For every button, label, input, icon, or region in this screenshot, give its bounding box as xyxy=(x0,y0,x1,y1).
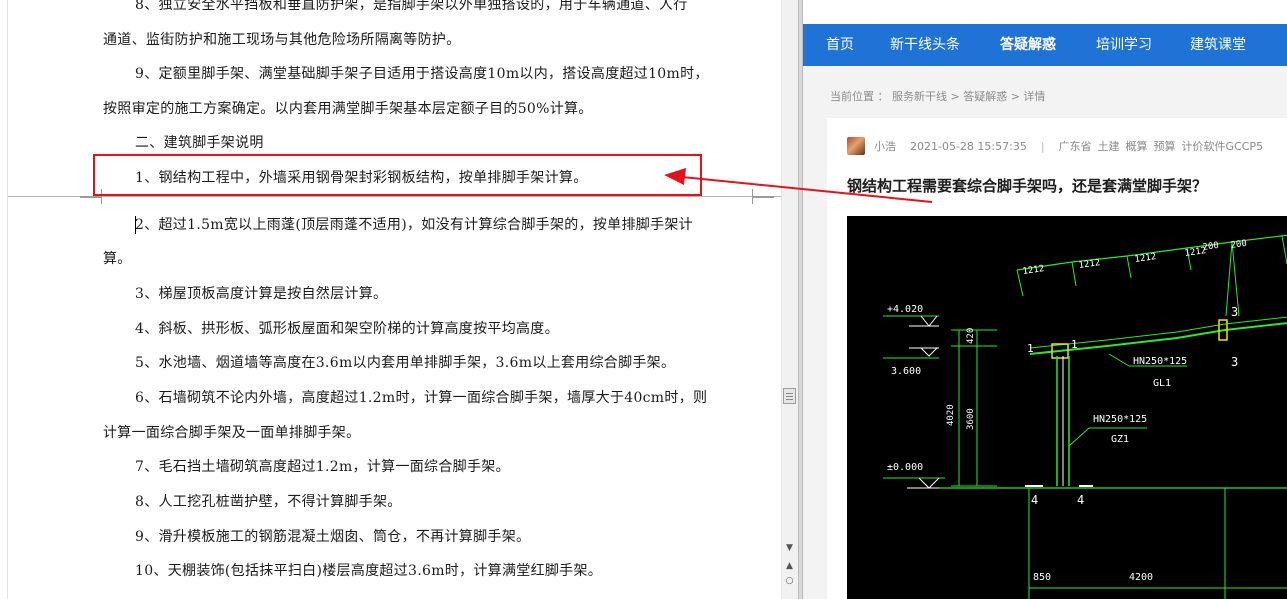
cad-drawing-image[interactable]: +4.020 3.600 ±0.000 420 4020 3600 HN250*… xyxy=(847,216,1287,599)
cad-label: 4 xyxy=(1077,493,1084,507)
web-page: 首页 新干线头条 答疑解惑 培训学习 建筑课堂 当前位置 ： 服务新干线 > 答… xyxy=(803,0,1287,599)
doc-line[interactable]: 3、梯屋顶板高度计算是按自然层计算。 xyxy=(135,285,387,303)
tag-region[interactable]: 广东省 xyxy=(1059,138,1092,154)
document-page-edge xyxy=(7,0,8,599)
doc-line[interactable]: 计算一面综合脚手架及一面单排脚手架。 xyxy=(103,424,360,442)
cad-drawing: +4.020 3.600 ±0.000 420 4020 3600 HN250*… xyxy=(883,234,1287,599)
cad-label: 1212 xyxy=(1078,258,1101,271)
nav-qa[interactable]: 答疑解惑 xyxy=(1000,24,1056,66)
nav-training[interactable]: 培训学习 xyxy=(1096,24,1152,66)
cad-label: +4.020 xyxy=(887,304,923,315)
site-top-bar xyxy=(803,0,1287,24)
cad-label: 3.600 xyxy=(891,366,921,377)
cad-label: 420 xyxy=(966,328,976,344)
tag-budget[interactable]: 预算 xyxy=(1154,138,1176,154)
post-datetime: 2021-05-28 15:57:35 xyxy=(910,139,1027,153)
cad-label: 4020 xyxy=(946,404,956,426)
cad-label: 4200 xyxy=(1129,572,1153,583)
doc-line[interactable]: 8、人工挖孔桩凿护壁，不得计算脚手架。 xyxy=(135,493,402,511)
doc-line[interactable]: 10、天棚装饰(包括抹平扫白)楼层高度超过3.6m时，计算满堂红脚手架。 xyxy=(135,562,602,580)
page-corner-mark xyxy=(80,197,102,204)
nav-home[interactable]: 首页 xyxy=(826,24,854,66)
cad-label: 3 xyxy=(1231,305,1238,319)
text-cursor xyxy=(135,216,136,234)
cad-label: 1212 xyxy=(1134,252,1157,265)
tag-software[interactable]: 计价软件GCCP5 xyxy=(1182,138,1264,154)
doc-line[interactable]: 算。 xyxy=(103,250,132,268)
doc-line[interactable]: 7、毛石挡土墙砌筑高度超过1.2m，计算一面综合脚手架。 xyxy=(135,458,510,476)
cad-label: HN250*125 xyxy=(1093,414,1147,425)
document-pane[interactable]: 8、独立安全水平挡板和垂直防护架，是指脚手架以外单独搭设的，用于车辆通道、人行 … xyxy=(0,0,800,599)
cad-label: 1 xyxy=(1027,342,1034,355)
avatar[interactable] xyxy=(847,137,865,155)
tag-estimate[interactable]: 概算 xyxy=(1126,138,1148,154)
nav-headlines[interactable]: 新干线头条 xyxy=(890,24,960,66)
nav-classroom[interactable]: 建筑课堂 xyxy=(1190,24,1246,66)
vertical-scrollbar[interactable] xyxy=(781,0,798,599)
cad-label: 1212 xyxy=(1022,264,1045,277)
doc-line[interactable]: 8、独立安全水平挡板和垂直防护架，是指脚手架以外单独搭设的，用于车辆通道、人行 xyxy=(135,0,688,14)
tag-discipline[interactable]: 土建 xyxy=(1098,138,1120,154)
page-corner-mark xyxy=(752,189,774,197)
scroll-down-button[interactable]: ▼ xyxy=(783,541,796,555)
doc-line[interactable]: 2、超过1.5m宽以上雨蓬(顶层雨蓬不适用)，如没有计算综合脚手架的，按单排脚手… xyxy=(135,216,693,234)
highlight-box xyxy=(93,154,702,196)
question-title: 钢结构工程需要套综合脚手架吗，还是套满堂脚手架？ xyxy=(847,177,1208,195)
page-break xyxy=(8,196,782,197)
page-corner-mark xyxy=(752,197,774,204)
doc-line[interactable]: 6、石墙砌筑不论内外墙，高度超过1.2m时，计算一面综合脚手架，墙厚大于40cm… xyxy=(135,389,707,407)
scrollbar-thumb[interactable] xyxy=(783,388,796,404)
cad-label: 3600 xyxy=(966,408,976,430)
cad-label: ±0.000 xyxy=(887,462,923,473)
doc-line[interactable]: 按照审定的施工方案确定。以内套用满堂脚手架基本层定额子目的50%计算。 xyxy=(103,100,593,118)
breadcrumb[interactable]: 当前位置 ： 服务新干线 > 答疑解惑 > 详情 xyxy=(830,88,1045,104)
cad-label: 4 xyxy=(1031,493,1038,507)
meta-separator: | xyxy=(1040,139,1045,153)
cad-label: 200 xyxy=(1230,239,1247,251)
cad-label: HN250*125 xyxy=(1133,356,1187,367)
doc-line[interactable]: 通道、监街防护和施工现场与其他危险场所隔离等防护。 xyxy=(103,31,461,49)
cad-label: GL1 xyxy=(1153,378,1171,389)
select-browse-object-button[interactable]: ○ xyxy=(783,574,796,588)
doc-line[interactable]: 4、斜板、拱形板、弧形板屋面和架空阶梯的计算高度按平均高度。 xyxy=(135,320,559,338)
post-card: 小浩 2021-05-28 15:57:35 | 广东省 土建 概算 预算 计价… xyxy=(827,118,1287,599)
cad-label: 200 xyxy=(1202,241,1219,253)
doc-line[interactable]: 5、水池墙、烟道墙等高度在3.6m以内套用单排脚手架，3.6m以上套用综合脚手架… xyxy=(135,354,675,372)
scroll-up-button[interactable]: ▲ xyxy=(783,559,796,573)
cad-label: 850 xyxy=(1033,572,1051,583)
cad-label: 1 xyxy=(1071,338,1078,351)
author-name[interactable]: 小浩 xyxy=(874,138,896,154)
doc-line[interactable]: 9、定额里脚手架、满堂基础脚手架子目适用于搭设高度10m以内，搭设高度超过10m… xyxy=(135,65,709,83)
cad-label: 3 xyxy=(1231,355,1238,369)
post-meta: 小浩 2021-05-28 15:57:35 | 广东省 土建 概算 预算 计价… xyxy=(847,137,1269,155)
cad-label: GZ1 xyxy=(1111,434,1129,445)
doc-line[interactable]: 9、滑升模板施工的钢筋混凝土烟囱、筒仓，不再计算脚手架。 xyxy=(135,528,530,546)
doc-section-heading[interactable]: 二、建筑脚手架说明 xyxy=(135,134,264,152)
